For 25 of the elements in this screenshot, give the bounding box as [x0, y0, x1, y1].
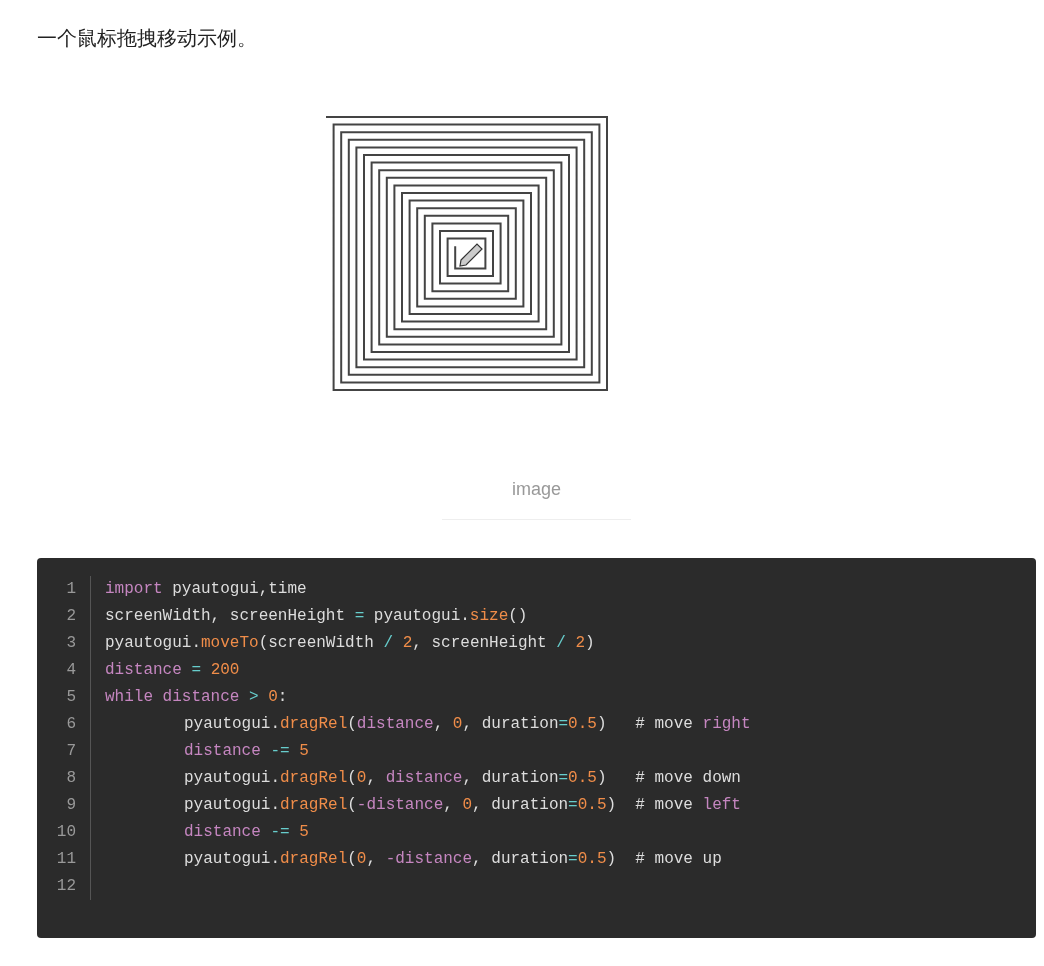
code-line: pyautogui.dragRel(0, distance, duration=0.5) # move down: [183, 768, 741, 789]
image-caption: image: [442, 476, 631, 520]
line-number: 6: [37, 711, 91, 738]
code-line: screenWidth, screenHeight = pyautogui.size(): [104, 606, 528, 627]
line-number: 10: [37, 819, 91, 846]
line-number: 5: [37, 684, 91, 711]
line-number: 8: [37, 765, 91, 792]
code-line: import pyautogui,time: [104, 579, 307, 600]
line-number: 3: [37, 630, 91, 657]
line-number: 12: [37, 873, 91, 900]
code-line: pyautogui.dragRel(-distance, 0, duration=0.5) # move left: [183, 795, 741, 816]
line-number: 2: [37, 603, 91, 630]
code-line: pyautogui.dragRel(0, -distance, duration=0.5) # move up: [183, 849, 722, 870]
code-line: pyautogui.moveTo(screenWidth / 2, screenHeight / 2): [104, 633, 595, 654]
line-number: 11: [37, 846, 91, 873]
line-number: 4: [37, 657, 91, 684]
line-number: 1: [37, 576, 91, 603]
line-number: 9: [37, 792, 91, 819]
code-line: pyautogui.dragRel(distance, 0, duration=0.5) # move right: [183, 714, 751, 735]
line-number: 7: [37, 738, 91, 765]
code-line: distance -= 5: [183, 822, 309, 843]
intro-sentence: 一个鼠标拖拽移动示例。: [37, 25, 258, 52]
code-line: distance = 200: [104, 660, 240, 681]
code-line: while distance > 0:: [104, 687, 288, 708]
code-line: distance -= 5: [183, 741, 309, 762]
